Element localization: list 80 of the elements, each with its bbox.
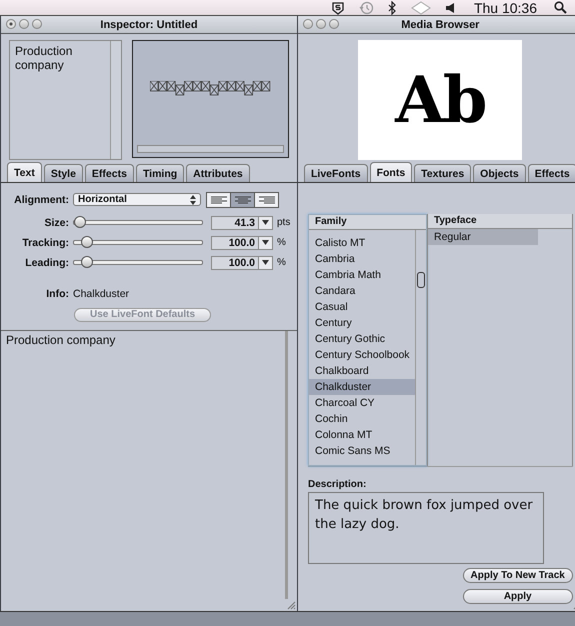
unit-label: pts [277, 217, 290, 228]
value-menu-button[interactable] [259, 216, 273, 230]
menu-clock[interactable]: Thu 10:36 [474, 0, 537, 16]
window-title: Inspector: Untitled [100, 18, 198, 30]
font-family-item[interactable]: Chalkduster [309, 379, 415, 395]
description-label: Description: [308, 479, 368, 490]
column-header[interactable]: Family [309, 215, 426, 230]
resize-grip-icon[interactable] [286, 600, 296, 610]
minimize-window-button[interactable] [19, 19, 29, 29]
align-center-icon [234, 195, 252, 204]
value-field[interactable]: 100.0 [211, 256, 259, 270]
layer-item[interactable]: Production company [10, 41, 109, 72]
alignment-dropdown[interactable]: Horizontal [73, 193, 201, 206]
tab[interactable]: Fonts [370, 162, 412, 182]
slider-label: Leading: [24, 256, 69, 268]
close-window-button[interactable] [303, 19, 313, 29]
tab[interactable]: LiveFonts [304, 164, 368, 182]
font-family-item[interactable]: Casual [309, 299, 415, 315]
caret-icon [262, 260, 269, 265]
align-left-icon [210, 195, 228, 204]
search-icon[interactable] [554, 1, 567, 14]
align-center-button[interactable] [230, 192, 255, 208]
font-family-item[interactable]: Cambria Math [309, 267, 415, 283]
slider-label: Tracking: [21, 236, 69, 248]
tab[interactable]: Style [44, 164, 83, 182]
text-content: Production company [6, 333, 116, 347]
value-menu-button[interactable] [259, 236, 273, 250]
font-family-item[interactable]: Calisto MT [309, 235, 415, 251]
font-family-item[interactable]: Cochin [309, 411, 415, 427]
tab[interactable]: Objects [473, 164, 526, 182]
caret-icon [262, 240, 269, 245]
slider-label: Size: [43, 216, 69, 228]
caret-icon [262, 220, 269, 225]
scroll-bar[interactable] [137, 145, 284, 153]
unit-label: % [277, 237, 286, 248]
zoom-window-button[interactable] [32, 19, 42, 29]
tab[interactable]: Effects [528, 164, 575, 182]
tab[interactable]: Textures [414, 164, 472, 182]
scroll-bar[interactable] [110, 41, 121, 159]
alignment-label: Alignment: [13, 194, 69, 206]
font-family-item[interactable]: Cambria [309, 251, 415, 267]
font-family-item[interactable]: Charcoal CY [309, 395, 415, 411]
speaker-icon[interactable] [444, 2, 455, 14]
value-field[interactable]: 41.3 [211, 216, 259, 230]
typeface-item[interactable]: Regular [428, 229, 538, 245]
font-family-item[interactable]: Candara [309, 283, 415, 299]
align-left-button[interactable] [206, 192, 231, 208]
close-window-button[interactable] [6, 19, 16, 29]
info-label: Info: [45, 288, 69, 300]
column-header[interactable]: Typeface [428, 214, 572, 229]
tab[interactable]: Attributes [186, 164, 250, 182]
up-down-arrows-icon [190, 194, 196, 204]
align-right-icon [258, 195, 276, 204]
unit-label: % [277, 257, 286, 268]
font-family-item[interactable]: Chalkboard [309, 363, 415, 379]
font-family-item[interactable]: Century Schoolbook [309, 347, 415, 363]
tab[interactable]: Timing [136, 164, 184, 182]
slider-thumb[interactable] [80, 256, 93, 268]
apply-button[interactable]: Apply [462, 589, 573, 604]
align-right-button[interactable] [254, 192, 279, 208]
font-family-item[interactable]: Century Gothic [309, 331, 415, 347]
info-value: Chalkduster [73, 288, 130, 300]
bluetooth-icon[interactable] [386, 0, 397, 14]
font-family-item[interactable]: Century [309, 315, 415, 331]
scroll-bar[interactable] [415, 230, 426, 465]
description-text: The quick brown fox jumped over the lazy dog. [315, 498, 533, 532]
preview-text: Ab [395, 62, 486, 138]
font-family-item[interactable]: Comic Sans MS [309, 443, 415, 459]
value-menu-button[interactable] [259, 256, 273, 270]
tab[interactable]: Text [7, 162, 42, 182]
value-field[interactable]: 100.0 [211, 236, 259, 250]
zoom-window-button[interactable] [329, 19, 339, 29]
slider-thumb[interactable] [74, 216, 86, 228]
s-badge-icon[interactable] [330, 0, 345, 14]
minimize-window-button[interactable] [316, 19, 326, 29]
slider-thumb[interactable] [80, 236, 93, 248]
apply-to-new-track-button[interactable]: Apply To New Track [462, 568, 573, 583]
tab[interactable]: Effects [84, 164, 134, 182]
font-family-item[interactable]: Colonna MT [309, 427, 415, 443]
window-title: Media Browser [401, 18, 480, 30]
